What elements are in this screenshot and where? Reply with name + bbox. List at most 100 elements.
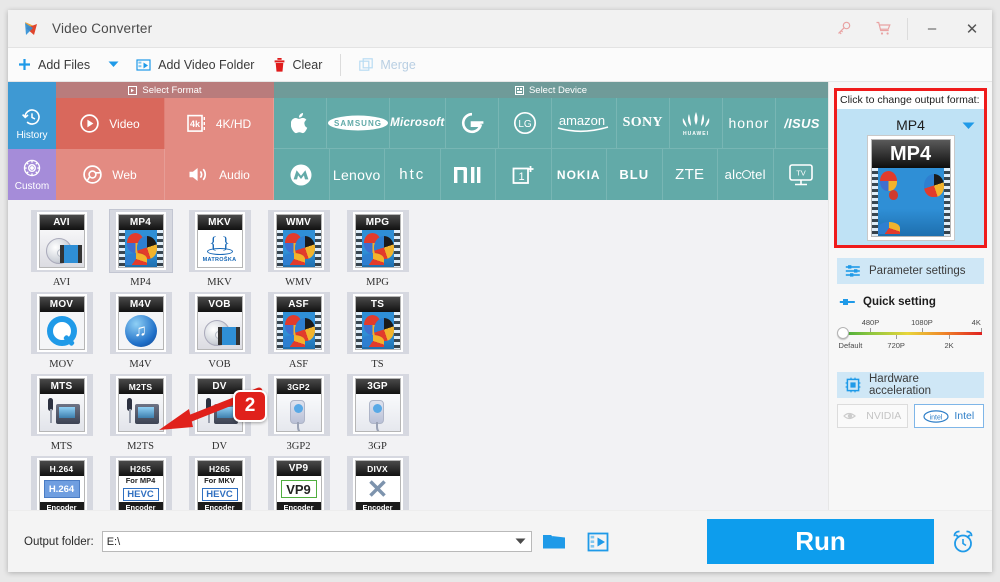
intel-icon: intel bbox=[923, 409, 949, 423]
output-format-icon: MP4 bbox=[870, 139, 951, 237]
device-microsoft[interactable]: Microsoft bbox=[390, 98, 446, 149]
format-thumbnail: MPG bbox=[346, 210, 409, 272]
device-honor[interactable]: honor bbox=[722, 98, 776, 149]
add-files-dropdown[interactable] bbox=[100, 48, 126, 81]
device-sony[interactable]: SONY bbox=[616, 98, 670, 149]
device-samsung[interactable]: SAMSUNG bbox=[327, 98, 391, 149]
output-format-value-row[interactable]: MP4 bbox=[837, 113, 984, 137]
add-video-folder-button[interactable]: Add Video Folder bbox=[126, 48, 264, 81]
device-lg[interactable]: LG bbox=[498, 98, 552, 149]
svg-text:HUAWEI: HUAWEI bbox=[683, 131, 709, 136]
device-lenovo[interactable]: Lenovo bbox=[329, 149, 385, 200]
browse-folder-button[interactable] bbox=[532, 532, 576, 551]
format-item-m4v[interactable]: M4V ♫ M4V bbox=[101, 288, 180, 370]
run-button[interactable]: Run bbox=[707, 519, 934, 564]
4k-icon: 4k bbox=[187, 114, 206, 133]
format-header-icon bbox=[128, 85, 142, 95]
device-motorola[interactable] bbox=[274, 149, 330, 200]
play-circle-icon bbox=[80, 114, 99, 133]
side-column: History Custom bbox=[8, 98, 56, 200]
gpu-intel-label: Intel bbox=[954, 410, 975, 422]
format-item-3gp[interactable]: 3GP 3GP bbox=[338, 370, 417, 452]
tab-4khd-label: 4K/HD bbox=[215, 116, 252, 131]
parameter-settings-button[interactable]: Parameter settings bbox=[837, 258, 984, 284]
quality-slider[interactable]: 480P 1080P 4K Default 720P 2K bbox=[837, 318, 982, 364]
format-item-mpg[interactable]: MPG MPG bbox=[338, 206, 417, 288]
format-item-avi[interactable]: AVI AVI bbox=[22, 206, 101, 288]
device-asus[interactable]: /ISUS bbox=[775, 98, 828, 149]
format-item-vob[interactable]: VOB VOB bbox=[180, 288, 259, 370]
format-thumb-cap: ASF bbox=[276, 297, 321, 312]
format-thumb-cap: M2TS bbox=[118, 379, 163, 394]
close-button[interactable]: ✕ bbox=[952, 10, 992, 48]
alarm-clock-button[interactable] bbox=[934, 511, 992, 572]
format-thumb-art bbox=[39, 394, 84, 431]
format-thumb-cap: VOB bbox=[197, 297, 242, 312]
format-thumb-cap: MKV bbox=[197, 215, 242, 230]
slider-knob[interactable] bbox=[837, 327, 849, 339]
format-item-mov[interactable]: MOV MOV bbox=[22, 288, 101, 370]
clear-button[interactable]: Clear bbox=[264, 48, 332, 81]
merge-button[interactable]: Merge bbox=[349, 48, 425, 81]
format-item-h265-for-mp4[interactable]: H265For MP4HEVCEncoderH265 for MP4 bbox=[101, 452, 180, 510]
device-xiaomi[interactable] bbox=[440, 149, 496, 200]
format-item-h265-for-mkv[interactable]: H265For MKVHEVCEncoderH265 for MKV bbox=[180, 452, 259, 510]
format-item-mkv[interactable]: MKV{ } MATROŠKA MKV bbox=[180, 206, 259, 288]
device-apple[interactable] bbox=[274, 98, 328, 149]
format-item-ts[interactable]: TS TS bbox=[338, 288, 417, 370]
svg-text:4k: 4k bbox=[190, 119, 201, 129]
open-output-button[interactable] bbox=[576, 532, 620, 552]
plus-icon bbox=[18, 58, 31, 71]
key-icon[interactable] bbox=[823, 10, 863, 48]
format-item-asf[interactable]: ASF ASF bbox=[259, 288, 338, 370]
right-panel: Click to change output format: MP4 MP4 P… bbox=[828, 82, 992, 510]
device-nokia[interactable]: NOKIA bbox=[551, 149, 607, 200]
format-item-h264[interactable]: H.264H.264EncoderH264 bbox=[22, 452, 101, 510]
format-item-label: M4V bbox=[129, 359, 152, 370]
format-thumb-art: For MP4 HEVC bbox=[118, 476, 163, 502]
device-amazon[interactable]: amazon bbox=[551, 98, 617, 149]
format-item-divx[interactable]: DIVX✕EncoderDIVX bbox=[338, 452, 417, 510]
device-htc[interactable]: htc bbox=[385, 149, 441, 200]
device-tv[interactable]: TV bbox=[773, 149, 828, 200]
minimize-button[interactable]: – bbox=[912, 10, 952, 48]
device-oneplus[interactable]: 1 bbox=[496, 149, 552, 200]
format-item-vp9[interactable]: VP9VP9EncoderVP9 bbox=[259, 452, 338, 510]
cart-icon[interactable] bbox=[863, 10, 903, 48]
gpu-buttons: NVIDIA intel Intel bbox=[837, 404, 984, 428]
output-format-value: MP4 bbox=[896, 117, 925, 133]
output-folder-input[interactable]: E:\ bbox=[101, 531, 532, 552]
device-alcatel[interactable]: alc tel bbox=[718, 149, 774, 200]
tab-web[interactable]: Web bbox=[56, 149, 165, 200]
chevron-down-icon[interactable] bbox=[962, 122, 975, 130]
sidebar-item-custom[interactable]: Custom bbox=[8, 149, 56, 200]
format-item-wmv[interactable]: WMV WMV bbox=[259, 206, 338, 288]
format-thumb-art: VP9 bbox=[276, 476, 321, 502]
device-huawei[interactable]: HUAWEI bbox=[669, 98, 723, 149]
tab-4khd[interactable]: 4k 4K/HD bbox=[165, 98, 274, 149]
format-item-mts[interactable]: MTS MTS bbox=[22, 370, 101, 452]
format-thumbnail: H265 For MP4 HEVC Encoder bbox=[109, 456, 172, 510]
sidebar-item-history[interactable]: History bbox=[8, 98, 56, 149]
device-blu[interactable]: BLU bbox=[607, 149, 663, 200]
gpu-nvidia-button[interactable]: NVIDIA bbox=[837, 404, 908, 428]
add-files-button[interactable]: Add Files bbox=[8, 48, 100, 81]
tab-video-label: Video bbox=[109, 116, 140, 131]
format-thumb-encoder: Encoder bbox=[39, 502, 84, 510]
output-format-box[interactable]: Click to change output format: MP4 MP4 bbox=[834, 88, 987, 248]
tab-audio[interactable]: Audio bbox=[165, 149, 274, 200]
output-folder-dropdown-icon[interactable] bbox=[511, 532, 531, 551]
svg-text:SAMSUNG: SAMSUNG bbox=[334, 119, 382, 128]
format-item-m2ts[interactable]: M2TS M2TS bbox=[101, 370, 180, 452]
slider-track[interactable] bbox=[837, 327, 982, 339]
gpu-intel-button[interactable]: intel Intel bbox=[913, 404, 984, 428]
format-row: MOV MOV M4V ♫ M4V VOB VOB ASF ASF TS TS bbox=[22, 288, 828, 370]
format-item-3gp2[interactable]: 3GP2 3GP2 bbox=[259, 370, 338, 452]
format-item-mp4[interactable]: MP4 MP4 bbox=[101, 206, 180, 288]
device-google[interactable] bbox=[445, 98, 499, 149]
hardware-acceleration-button[interactable]: Hardware acceleration bbox=[837, 372, 984, 398]
output-format-selector[interactable]: MP4 MP4 bbox=[837, 109, 984, 245]
device-zte[interactable]: ZTE bbox=[662, 149, 718, 200]
tab-video[interactable]: Video bbox=[56, 98, 165, 149]
format-thumb-cap: AVI bbox=[39, 215, 84, 230]
